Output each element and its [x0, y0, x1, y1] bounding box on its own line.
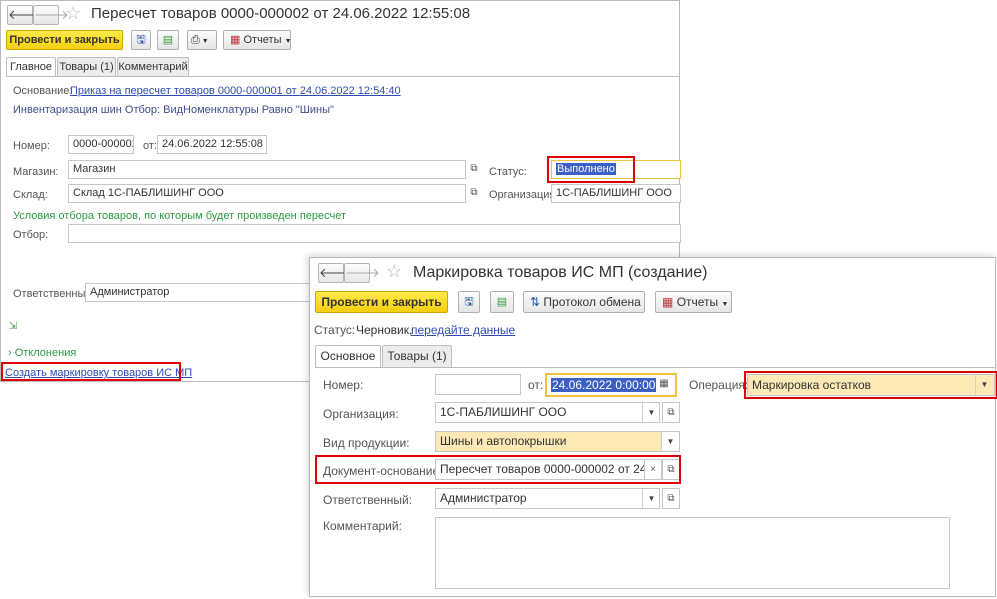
- reports-label: Отчеты: [676, 295, 719, 309]
- post-icon: ▤: [496, 296, 508, 308]
- chevron-down-icon: ▼: [199, 38, 209, 45]
- forward-button[interactable]: 🡒: [344, 263, 380, 283]
- window-title: Маркировка товаров ИС МП (создание): [413, 264, 708, 281]
- responsible-field[interactable]: Администратор: [85, 283, 315, 302]
- product-kind-field[interactable]: Шины и автопокрышки: [435, 431, 680, 452]
- tab-main[interactable]: Основное: [315, 345, 381, 367]
- inventory-info: Инвентаризация шин Отбор: ВидНоменклатур…: [13, 104, 334, 116]
- calendar-icon[interactable]: ▦: [658, 378, 670, 389]
- transfer-data-link[interactable]: передайте данные: [411, 323, 515, 337]
- comment-label: Комментарий:: [323, 519, 402, 533]
- tab-main[interactable]: Главное: [6, 57, 56, 76]
- tab-divider: [6, 76, 680, 77]
- chevron-down-icon[interactable]: ▼: [642, 403, 660, 422]
- basis-label: Основание:: [13, 85, 73, 97]
- favorite-star-icon[interactable]: ☆: [65, 3, 81, 24]
- post-button[interactable]: ▤: [490, 291, 514, 313]
- store-label: Магазин:: [13, 166, 59, 178]
- post-icon: ▤: [162, 34, 174, 46]
- highlight-create-marking: [1, 362, 181, 381]
- forward-button[interactable]: 🡒: [33, 5, 69, 25]
- back-button[interactable]: 🡐: [318, 263, 354, 283]
- open-icon[interactable]: ⧉: [662, 488, 680, 509]
- comment-field[interactable]: [435, 517, 950, 589]
- reports-button[interactable]: ▦ Отчеты ▼: [223, 30, 292, 50]
- org-label: Организация:: [489, 189, 559, 201]
- number-field[interactable]: 0000-000002: [68, 135, 134, 154]
- from-label: от:: [528, 378, 544, 392]
- save-button[interactable]: 🖫: [458, 291, 480, 313]
- window-marking: 🡐 🡒 ☆ Маркировка товаров ИС МП (создание…: [309, 257, 997, 597]
- org-field[interactable]: 1С-ПАБЛИШИНГ ООО: [551, 184, 681, 203]
- warehouse-label: Склад:: [13, 189, 48, 201]
- window-title: Пересчет товаров 0000-000002 от 24.06.20…: [91, 5, 471, 22]
- open-icon[interactable]: ⧉: [468, 187, 480, 198]
- deviations-link[interactable]: › Отклонения: [8, 347, 76, 359]
- warehouse-field[interactable]: Склад 1С-ПАБЛИШИНГ ООО: [68, 184, 466, 203]
- print-button[interactable]: ⎙ ▼: [187, 30, 217, 50]
- chevron-down-icon: ▼: [284, 38, 292, 45]
- report-icon: ▦: [230, 34, 241, 46]
- deviations-label: Отклонения: [14, 347, 77, 359]
- tab-goods[interactable]: Товары (1): [382, 345, 452, 367]
- post-and-close-button[interactable]: Провести и закрыть: [6, 30, 123, 50]
- status-value: Черновик,: [356, 323, 413, 337]
- tab-divider: [315, 367, 995, 368]
- back-button[interactable]: 🡐: [7, 5, 43, 25]
- exchange-protocol-button[interactable]: ⇅ Протокол обмена: [523, 291, 645, 313]
- save-button[interactable]: 🖫: [131, 30, 151, 50]
- number-field[interactable]: [435, 374, 521, 395]
- chevron-down-icon: ▼: [721, 301, 729, 308]
- chevron-down-icon[interactable]: ▼: [642, 489, 660, 508]
- open-icon[interactable]: ⧉: [468, 163, 480, 174]
- post-and-close-button[interactable]: Провести и закрыть: [315, 291, 448, 313]
- reports-button[interactable]: ▦ Отчеты ▼: [655, 291, 732, 313]
- post-button[interactable]: ▤: [157, 30, 179, 50]
- conditions-text: Условия отбора товаров, по которым будет…: [13, 210, 347, 222]
- exchange-icon: ⇅: [530, 295, 541, 309]
- status-label: Статус:: [314, 323, 356, 337]
- exchange-protocol-label: Протокол обмена: [543, 295, 641, 309]
- tab-goods[interactable]: Товары (1): [57, 57, 116, 76]
- save-icon: 🖫: [136, 34, 146, 46]
- number-label: Номер:: [13, 140, 50, 152]
- number-label: Номер:: [323, 378, 364, 392]
- store-field[interactable]: Магазин: [68, 160, 466, 179]
- org-field[interactable]: 1С-ПАБЛИШИНГ ООО: [435, 402, 660, 423]
- responsible-label: Ответственный:: [323, 493, 413, 507]
- basis-link[interactable]: Приказ на пересчет товаров 0000-000001 о…: [70, 85, 401, 97]
- responsible-field[interactable]: Администратор: [435, 488, 660, 509]
- reports-label: Отчеты: [243, 34, 282, 46]
- highlight-status: [547, 156, 635, 183]
- filter-field[interactable]: [68, 224, 681, 243]
- save-icon: 🖫: [464, 296, 474, 308]
- printer-icon: ⎙: [191, 34, 200, 46]
- favorite-star-icon[interactable]: ☆: [386, 261, 402, 282]
- operation-label: Операция:: [689, 378, 749, 392]
- org-label: Организация:: [323, 407, 399, 421]
- highlight-operation: [744, 371, 997, 399]
- chevron-right-icon: ›: [8, 347, 12, 359]
- highlight-basis-doc: [315, 455, 681, 484]
- responsible-label: Ответственный:: [13, 288, 95, 300]
- filter-label: Отбор:: [13, 229, 49, 241]
- date-value: 24.06.2022 0:00:00: [551, 378, 657, 392]
- status-label: Статус:: [489, 166, 527, 178]
- tab-comment[interactable]: Комментарий: [117, 57, 189, 76]
- date-field[interactable]: 24.06.2022 12:55:08: [157, 135, 267, 154]
- export-icon[interactable]: ⇲: [6, 321, 20, 332]
- product-kind-label: Вид продукции:: [323, 436, 410, 450]
- chevron-down-icon[interactable]: ▼: [661, 432, 679, 451]
- open-icon[interactable]: ⧉: [662, 402, 680, 423]
- from-label: от:: [143, 140, 157, 152]
- report-icon: ▦: [662, 295, 674, 309]
